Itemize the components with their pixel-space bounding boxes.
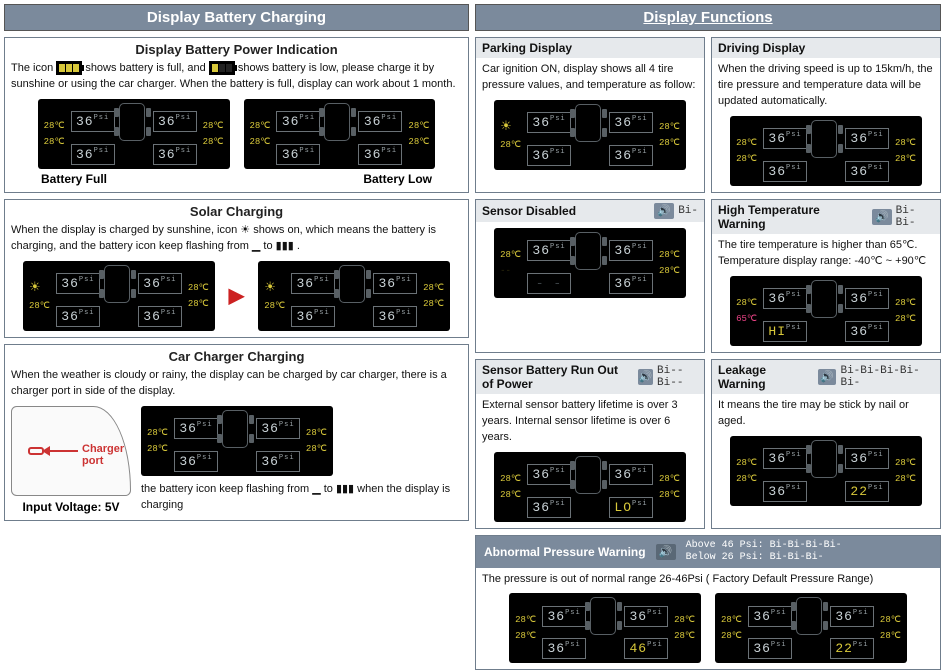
solar-panel: Solar Charging When the display is charg… [4, 199, 469, 338]
sensor-batt-title: Sensor Battery Run Out of Power [482, 363, 632, 391]
sensor-disabled-panel: Sensor Disabled 🔊Bi- 28℃-- 36Psi36Psi - … [475, 199, 705, 353]
solar-desc: When the display is charged by sunshine,… [11, 223, 462, 255]
abnormal-sound: Above 46 Psi: Bi-Bi-Bi-Bi- Below 26 Psi:… [686, 540, 842, 564]
charger-port-label: Charger port [82, 443, 130, 467]
input-voltage: Input Voltage: 5V [11, 500, 131, 514]
leakage-desc: It means the tire may be stick by nail o… [718, 398, 934, 430]
lcd-driving: 28℃28℃ 36Psi36Psi 36Psi36Psi 28℃28℃ [730, 116, 922, 186]
lcd-sensor-batt: 28℃28℃ 36Psi36Psi 36PsiLOPsi 28℃28℃ [494, 452, 686, 522]
speaker-icon: 🔊 [654, 203, 674, 219]
battery-desc: The icon shows battery is full, and show… [11, 61, 462, 93]
speaker-icon: 🔊 [656, 544, 676, 560]
abnormal-panel: Abnormal Pressure Warning 🔊 Above 46 Psi… [475, 535, 941, 670]
sensor-batt-panel: Sensor Battery Run Out of Power 🔊Bi--Bi-… [475, 359, 705, 529]
lcd-parking: ☀28℃ 36Psi36Psi 36Psi36Psi 28℃28℃ [494, 100, 686, 170]
caption-full: Battery Full [41, 172, 107, 186]
sensor-disabled-title: Sensor Disabled [482, 204, 576, 218]
charger-desc: When the weather is cloudy or rainy, the… [11, 368, 462, 400]
high-temp-desc: The tire temperature is higher than 65℃.… [718, 238, 934, 270]
abnormal-title: Abnormal Pressure Warning [484, 545, 646, 559]
battery-full-icon [56, 61, 82, 75]
caption-low: Battery Low [363, 172, 432, 186]
device-diagram: Charger port [11, 406, 131, 496]
lcd-battery-low: 28℃28℃ 36Psi 36Psi 36Psi 36Psi 28℃28℃ [244, 99, 436, 169]
charger-title: Car Charger Charging [11, 349, 462, 364]
driving-desc: When the driving speed is up to 15km/h, … [718, 62, 934, 110]
high-temp-title: High Temperature Warning [718, 203, 866, 231]
charger-flash-note: the battery icon keep flashing from ▁ to… [141, 482, 462, 514]
lcd-charger: 28℃28℃ 36Psi 36Psi 36Psi 36Psi 28℃28℃ [141, 406, 333, 476]
lcd-battery-full: 28℃28℃ 36Psi 36Psi 36Psi 36Psi 28℃28℃ [38, 99, 230, 169]
solar-title: Solar Charging [11, 204, 462, 219]
left-header: Display Battery Charging [4, 4, 469, 31]
driving-panel: Driving Display When the driving speed i… [711, 37, 941, 193]
parking-desc: Car ignition ON, display shows all 4 tir… [482, 62, 698, 94]
arrow-right-icon: ▶ [229, 283, 244, 308]
abnormal-desc: The pressure is out of normal range 26-4… [482, 572, 934, 588]
lcd-abnormal-high: 28℃28℃ 36Psi36Psi 36Psi46Psi 28℃28℃ [509, 593, 701, 663]
battery-title: Display Battery Power Indication [11, 42, 462, 57]
speaker-icon: 🔊 [638, 369, 654, 385]
leakage-title: Leakage Warning [718, 363, 812, 391]
right-header: Display Functions [475, 4, 941, 31]
charger-panel: Car Charger Charging When the weather is… [4, 344, 469, 521]
speaker-icon: 🔊 [872, 209, 891, 225]
battery-low-icon [209, 61, 235, 75]
driving-title: Driving Display [718, 41, 805, 55]
sensor-batt-desc: External sensor battery lifetime is over… [482, 398, 698, 446]
high-temp-panel: High Temperature Warning 🔊Bi-Bi- The tir… [711, 199, 941, 353]
leakage-panel: Leakage Warning 🔊Bi-Bi-Bi-Bi-Bi- It mean… [711, 359, 941, 529]
sun-icon: ☀ [29, 280, 50, 295]
lcd-sensor-disabled: 28℃-- 36Psi36Psi - -36Psi 28℃28℃ [494, 228, 686, 298]
lcd-abnormal-low: 28℃28℃ 36Psi36Psi 36Psi22Psi 28℃28℃ [715, 593, 907, 663]
lcd-solar-1: ☀28℃ 36Psi 36Psi 36Psi 36Psi 28℃28℃ [23, 261, 215, 331]
battery-panel: Display Battery Power Indication The ico… [4, 37, 469, 193]
lcd-high-temp: 28℃65℃ 36Psi36Psi HIPsi36Psi 28℃28℃ [730, 276, 922, 346]
lcd-solar-2: ☀28℃ 36Psi 36Psi 36Psi 36Psi 28℃28℃ [258, 261, 450, 331]
lcd-leakage: 28℃28℃ 36Psi36Psi 36Psi22Psi 28℃28℃ [730, 436, 922, 506]
parking-title: Parking Display [482, 41, 572, 55]
speaker-icon: 🔊 [818, 369, 837, 385]
parking-panel: Parking Display Car ignition ON, display… [475, 37, 705, 193]
